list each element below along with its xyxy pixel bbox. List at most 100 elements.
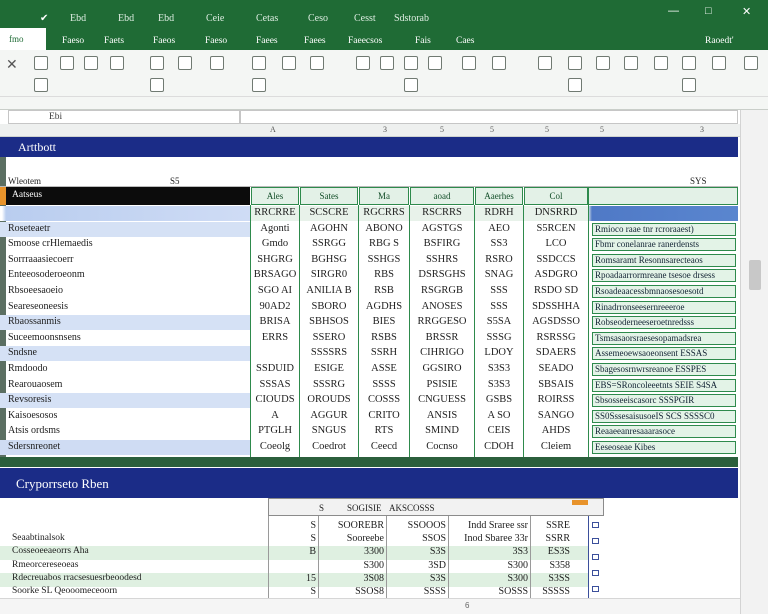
table-cell[interactable]: S5SA bbox=[475, 316, 523, 330]
table-cell[interactable]: RTS bbox=[359, 425, 409, 439]
table-cell[interactable]: S bbox=[310, 586, 316, 597]
table-cell[interactable]: LCO bbox=[524, 238, 588, 252]
table-row[interactable]: Seareseoneesis 90AD2 SBORO AGDHS ANOSES SSS SD… bbox=[0, 300, 738, 315]
table-cell[interactable]: Agonti bbox=[251, 223, 299, 237]
table-cell[interactable]: LDOY bbox=[475, 347, 523, 361]
strikethrough-icon[interactable] bbox=[252, 78, 266, 92]
formula-input[interactable] bbox=[240, 110, 738, 124]
table-cell[interactable]: SSHGS bbox=[359, 254, 409, 268]
italic-icon[interactable] bbox=[178, 56, 192, 70]
table-cell[interactable]: RBG S bbox=[359, 238, 409, 252]
column-letter[interactable]: 5 bbox=[545, 125, 549, 134]
format-painter-icon[interactable] bbox=[84, 56, 98, 70]
table-cell[interactable]: ERRS bbox=[251, 332, 299, 346]
table-cell[interactable]: AHDS bbox=[524, 425, 588, 439]
table-cell[interactable]: SSSSS bbox=[542, 586, 570, 597]
table-cell[interactable]: BRISA bbox=[251, 316, 299, 330]
table2-header-cell[interactable]: AKSCOSSS bbox=[389, 503, 435, 513]
table-cell[interactable]: SNGUS bbox=[300, 425, 358, 439]
table-cell[interactable]: ASSE bbox=[359, 363, 409, 377]
checkbox-icon[interactable] bbox=[592, 554, 599, 560]
cell-styles-icon[interactable] bbox=[624, 56, 638, 70]
table-cell[interactable]: A bbox=[251, 410, 299, 424]
table-cell[interactable]: SSOS8 bbox=[355, 586, 384, 597]
table-cell[interactable]: S300 bbox=[363, 560, 384, 571]
quick-access-item[interactable]: Ebd bbox=[70, 13, 86, 24]
table-cell[interactable]: RSB bbox=[359, 285, 409, 299]
table-cell[interactable]: SSSS bbox=[424, 586, 446, 597]
table-cell[interactable]: S300 bbox=[507, 573, 528, 584]
table-cell[interactable]: SSSRG bbox=[300, 379, 358, 393]
quick-access-item[interactable]: Ceso bbox=[308, 13, 328, 24]
table-cell[interactable]: Cocnso bbox=[410, 441, 474, 455]
description-cell[interactable]: Eeseoseae Kibes bbox=[592, 441, 736, 454]
bold-icon[interactable] bbox=[150, 56, 164, 70]
table-cell[interactable]: Gmdo bbox=[251, 238, 299, 252]
description-cell[interactable]: Rsoadeaacessbmnaosesoesotd bbox=[592, 285, 736, 298]
table-cell[interactable]: RGCRRS bbox=[359, 207, 409, 221]
ribbon-tab[interactable]: Fais bbox=[415, 36, 431, 46]
table-cell[interactable]: CDOH bbox=[475, 441, 523, 455]
table-cell[interactable]: ASDGRO bbox=[524, 269, 588, 283]
table-cell[interactable]: PTGLH bbox=[251, 425, 299, 439]
table-row[interactable]: Kaisoesosos A AGGUR CRITO ANSIS A SO SANGO SS0S… bbox=[0, 409, 738, 424]
number-format-icon[interactable] bbox=[492, 56, 506, 70]
column-letter[interactable]: 5 bbox=[490, 125, 494, 134]
description-cell[interactable]: EBS=SRoncoleeetnts SEIE S4SA bbox=[592, 378, 736, 392]
table-cell[interactable]: S358 bbox=[549, 560, 570, 571]
description-cell[interactable]: Romsaramt Resonnsarecteaos bbox=[592, 253, 736, 267]
table-row[interactable]: Revsoresis CIOUDS OROUDS COSSS CNGUESS GSBS RO… bbox=[0, 393, 738, 409]
description-cell[interactable]: Rinadrronseesernreeeroe bbox=[592, 300, 736, 314]
table-row[interactable]: RRCRRE SCSCRE RGCRRS RSCRRS RDRH DNSRRD bbox=[0, 206, 738, 221]
ribbon-tab[interactable]: Faees bbox=[304, 36, 326, 46]
column-header[interactable]: Ma bbox=[359, 187, 409, 205]
table-cell[interactable]: S3S bbox=[430, 573, 446, 584]
description-cell[interactable]: Sbsosseeiscasorc SSSPGIR bbox=[592, 394, 736, 408]
sort-icon[interactable] bbox=[712, 56, 726, 70]
checkbox-icon[interactable] bbox=[592, 522, 599, 528]
table-cell[interactable]: AGGUR bbox=[300, 410, 358, 424]
table-cell[interactable]: RSRO bbox=[475, 254, 523, 268]
table-row[interactable]: Cosseoeeaeorrs Aha B 3300 S3S 3S3 ES3S bbox=[0, 546, 600, 561]
table-cell[interactable]: ANILIA B bbox=[300, 285, 358, 299]
table-cell[interactable]: SOOREBR bbox=[338, 520, 384, 531]
table-cell[interactable]: RSGRGB bbox=[410, 285, 474, 299]
quick-access-check-icon[interactable]: ✔ bbox=[40, 13, 48, 24]
table-cell[interactable]: CEIS bbox=[475, 425, 523, 439]
ribbon-tab[interactable]: Faees bbox=[256, 36, 278, 46]
border-icon[interactable] bbox=[252, 56, 266, 70]
table-cell[interactable]: RBS bbox=[359, 269, 409, 283]
table-cell[interactable]: S5RCEN bbox=[524, 223, 588, 237]
minimize-icon[interactable]: — bbox=[668, 5, 679, 17]
table-cell[interactable]: RSRSSG bbox=[524, 332, 588, 346]
description-cell[interactable]: Rpoadaarrormreane tsesoe drsess bbox=[592, 269, 736, 283]
table-cell[interactable]: BRSSR bbox=[410, 332, 474, 346]
table-row[interactable]: Rmeorcereseoeas S300 3SD S300 S358 bbox=[0, 560, 600, 574]
table-cell[interactable]: SSRR bbox=[546, 533, 570, 544]
table-cell[interactable]: RDRH bbox=[475, 207, 523, 221]
table-cell[interactable]: 3S3 bbox=[512, 546, 528, 557]
table-cell[interactable]: SSHRS bbox=[410, 254, 474, 268]
table-cell[interactable]: CNGUESS bbox=[410, 394, 474, 408]
description-cell[interactable]: Sbagesosrnwrsreanoe ESSPES bbox=[592, 363, 736, 376]
table-cell[interactable]: RRGGESO bbox=[410, 316, 474, 330]
table-cell[interactable]: SSS bbox=[475, 285, 523, 299]
table-cell[interactable]: S3S3 bbox=[475, 363, 523, 377]
table-cell[interactable] bbox=[251, 347, 299, 361]
table-cell[interactable]: AGOHN bbox=[300, 223, 358, 237]
table-cell[interactable]: PSISIE bbox=[410, 379, 474, 393]
quick-access-item[interactable]: Cesst bbox=[354, 13, 376, 24]
table-cell[interactable]: SSRE bbox=[546, 520, 570, 531]
table-cell[interactable]: CIOUDS bbox=[251, 394, 299, 408]
table-cell[interactable]: Sooreebe bbox=[347, 533, 384, 544]
ribbon-tab[interactable]: Faeecsos bbox=[348, 36, 382, 46]
chart-icon[interactable] bbox=[568, 78, 582, 92]
column-letter[interactable]: A bbox=[270, 125, 276, 134]
table-cell[interactable]: CIHRIGO bbox=[410, 347, 474, 361]
tab-file[interactable]: fmo bbox=[0, 28, 46, 50]
column-letter[interactable]: 3 bbox=[700, 125, 704, 134]
table-cell[interactable]: GSBS bbox=[475, 394, 523, 408]
account-name[interactable]: Raoedt' bbox=[705, 36, 734, 46]
table-cell[interactable]: SHGRG bbox=[251, 254, 299, 268]
table-cell[interactable]: A SO bbox=[475, 410, 523, 424]
